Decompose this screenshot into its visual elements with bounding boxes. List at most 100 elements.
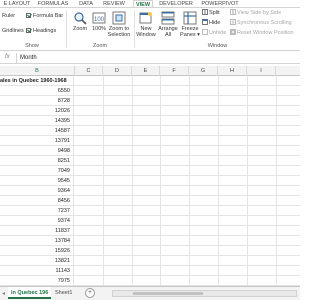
table-row: 14587 [0, 126, 300, 136]
unhide-label: Unhide [209, 30, 227, 36]
formula-bar: fx Month [0, 52, 300, 64]
value-cell[interactable]: 9374 [0, 216, 74, 226]
new-window-label-2: Window [136, 32, 156, 38]
table-header-cell[interactable]: ales in Quebec 1960-1968 [0, 76, 74, 86]
value-cell[interactable]: 11837 [0, 226, 74, 236]
table-row: 8456 [0, 196, 300, 206]
synchronous-scrolling-label: Synchronous Scrolling [237, 20, 292, 26]
value-cell[interactable]: 6550 [0, 86, 74, 96]
headings-label: Headings [33, 28, 57, 34]
fx-icon[interactable]: fx [5, 54, 10, 60]
svg-text:100: 100 [94, 17, 105, 23]
zoom-100-button[interactable]: 100 100% [91, 11, 107, 32]
arrange-all-icon [161, 11, 175, 25]
zoom-100-label: 100% [91, 26, 107, 32]
freeze-panes-label-2: Panes ▾ [180, 32, 200, 38]
zoom-to-selection-button[interactable]: Zoom to Selection [107, 11, 131, 38]
column-header-b[interactable]: B [0, 66, 75, 76]
value-cell[interactable]: 9364 [0, 186, 74, 196]
gridlines-label: Gridlines [2, 28, 24, 34]
table-row: 11143 [0, 266, 300, 276]
table-row: 13791 [0, 136, 300, 146]
arrange-all-label-2: All [164, 32, 172, 38]
table-row: 7975 [0, 276, 300, 286]
add-sheet-button[interactable]: + [85, 288, 95, 298]
synchronous-scrolling-button[interactable]: Synchronous Scrolling [230, 19, 292, 27]
view-side-by-side-button[interactable]: View Side by Side [230, 9, 281, 17]
sheet-tab-active[interactable]: in Quebec 196 [8, 287, 52, 299]
value-cell[interactable]: 13821 [0, 256, 74, 266]
gridlines-checkbox[interactable]: Gridlines [2, 27, 24, 35]
side-by-side-icon [230, 9, 236, 15]
table-row: 9374 [0, 216, 300, 226]
table-row: 9498 [0, 146, 300, 156]
reset-window-position-button[interactable]: Reset Window Position [230, 29, 294, 37]
freeze-panes-button[interactable]: Freeze Panes ▾ [179, 11, 201, 38]
value-cell[interactable]: 11143 [0, 266, 74, 276]
table-row: 7237 [0, 206, 300, 216]
value-cell[interactable]: 15926 [0, 246, 74, 256]
value-cell[interactable]: 9545 [0, 176, 74, 186]
table-row: 6550 [0, 86, 300, 96]
scrollbar-thumb[interactable] [133, 292, 203, 295]
column-header-i[interactable]: I [247, 66, 276, 76]
table-row: 13821 [0, 256, 300, 266]
check-icon [26, 13, 31, 18]
column-header-c[interactable]: C [75, 66, 103, 76]
hide-button[interactable]: Hide [202, 19, 220, 27]
freeze-panes-icon [183, 11, 197, 25]
value-cell[interactable]: 14587 [0, 126, 74, 136]
unhide-button[interactable]: Unhide [202, 29, 226, 37]
table-row: 11837 [0, 226, 300, 236]
value-cell[interactable]: 12026 [0, 106, 74, 116]
arrange-all-button[interactable]: Arrange All [157, 11, 179, 38]
value-cell[interactable]: 9498 [0, 146, 74, 156]
headings-checkbox[interactable]: Headings [26, 27, 56, 35]
formula-bar-checkbox[interactable]: Formula Bar [26, 12, 63, 20]
table-row: 8251 [0, 156, 300, 166]
split-button[interactable]: Split [202, 9, 220, 17]
zoom-label: Zoom [72, 26, 88, 32]
zoom-to-selection-label-2: Selection [107, 32, 131, 38]
value-cell[interactable]: 13791 [0, 136, 74, 146]
zoom-button[interactable]: Zoom [69, 11, 91, 32]
table-row: 8728 [0, 96, 300, 106]
new-window-button[interactable]: New Window [136, 11, 156, 38]
zoom-group-label: Zoom [92, 43, 108, 49]
cell-area[interactable]: ales in Quebec 1960-1968 6550 8728 12026… [0, 76, 300, 286]
ribbon: Ruler Formula Bar Gridlines Headings Sho… [0, 8, 300, 51]
value-cell[interactable]: 8251 [0, 156, 74, 166]
formula-input[interactable]: Month [16, 53, 37, 63]
column-header-h[interactable]: H [218, 66, 247, 76]
column-headers: B C D E F G H I [0, 66, 300, 76]
table-row: 13784 [0, 236, 300, 246]
value-cell[interactable]: 7975 [0, 276, 74, 286]
window-group-label: Window [207, 43, 228, 49]
split-icon [202, 9, 208, 15]
check-icon [26, 28, 31, 33]
value-cell[interactable]: 7049 [0, 166, 74, 176]
ruler-checkbox[interactable]: Ruler [2, 12, 15, 20]
reset-window-position-label: Reset Window Position [237, 30, 294, 36]
column-header-d[interactable]: D [103, 66, 132, 76]
value-cell[interactable]: 8728 [0, 96, 74, 106]
worksheet-grid[interactable]: B C D E F G H I ales in Quebec 1960-1968… [0, 66, 300, 286]
value-cell[interactable]: 7237 [0, 206, 74, 216]
value-cell[interactable]: 13784 [0, 236, 74, 246]
column-header-g[interactable]: G [189, 66, 218, 76]
unhide-icon [202, 29, 208, 35]
zoom-selection-icon [112, 11, 126, 25]
sheet-nav-left-icon[interactable]: ◂ [2, 290, 5, 297]
horizontal-scrollbar[interactable] [112, 290, 297, 297]
value-cell[interactable]: 14395 [0, 116, 74, 126]
split-label: Split [209, 10, 220, 16]
ruler-label: Ruler [2, 13, 16, 19]
value-cell[interactable]: 8456 [0, 196, 74, 206]
table-row: 14395 [0, 116, 300, 126]
sheet-tab-bar: ◂ in Quebec 196 Sheet1 + [0, 286, 300, 300]
table-row: 12026 [0, 106, 300, 116]
column-header-e[interactable]: E [132, 66, 160, 76]
sheet-tab-sheet1[interactable]: Sheet1 [52, 287, 75, 299]
table-row: 15926 [0, 246, 300, 256]
column-header-f[interactable]: F [160, 66, 189, 76]
